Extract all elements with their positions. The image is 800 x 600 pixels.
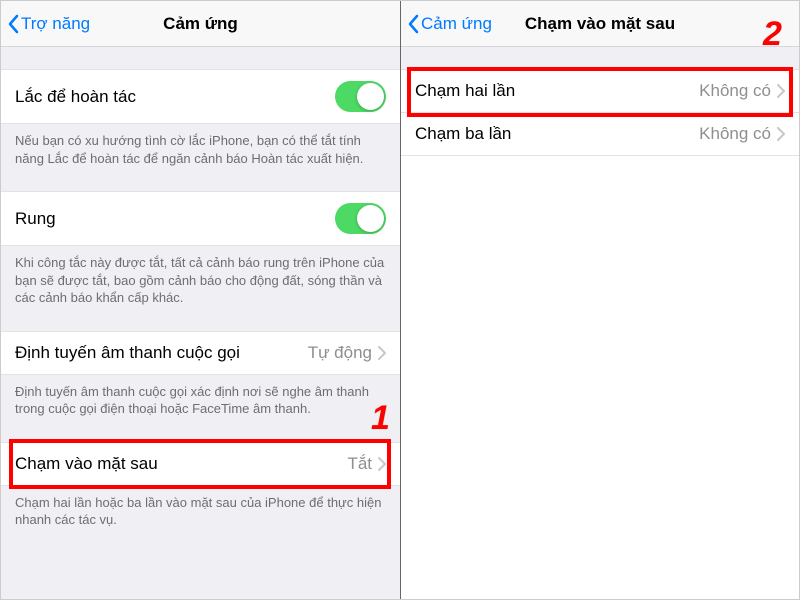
back-tap-value: Tắt (347, 454, 372, 474)
nav-title-left: Cảm ứng (163, 14, 238, 34)
back-tap-pane: Cảm ứng Chạm vào mặt sau Chạm hai lần Kh… (400, 1, 799, 599)
shake-to-undo-row[interactable]: Lắc để hoàn tác (1, 69, 400, 124)
back-tap-label: Chạm vào mặt sau (15, 454, 158, 474)
navbar-right: Cảm ứng Chạm vào mặt sau (401, 1, 799, 47)
nav-title-right: Chạm vào mặt sau (525, 14, 675, 34)
settings-touch-pane: Trợ năng Cảm ứng Lắc để hoàn tác Nếu bạn… (1, 1, 400, 599)
triple-tap-row[interactable]: Chạm ba lần Không có (401, 113, 799, 156)
chevron-right-icon (777, 127, 785, 141)
double-tap-row[interactable]: Chạm hai lần Không có (401, 69, 799, 113)
call-route-label: Định tuyến âm thanh cuộc gọi (15, 343, 240, 363)
left-content: Lắc để hoàn tác Nếu bạn có xu hướng tình… (1, 47, 400, 599)
back-tap-row[interactable]: Chạm vào mặt sau Tắt (1, 442, 400, 486)
call-audio-routing-row[interactable]: Định tuyến âm thanh cuộc gọi Tự động (1, 331, 400, 375)
shake-footer: Nếu bạn có xu hướng tình cờ lắc iPhone, … (1, 124, 400, 181)
chevron-left-icon (7, 14, 19, 34)
triple-tap-value: Không có (699, 124, 771, 144)
vibration-row[interactable]: Rung (1, 191, 400, 246)
double-tap-label: Chạm hai lần (415, 81, 515, 101)
chevron-right-icon (777, 84, 785, 98)
back-label: Trợ năng (21, 14, 90, 34)
back-tap-footer: Chạm hai lần hoặc ba lần vào mặt sau của… (1, 486, 400, 543)
navbar-left: Trợ năng Cảm ứng (1, 1, 400, 47)
vibration-toggle-on[interactable] (335, 203, 386, 234)
double-tap-value: Không có (699, 81, 771, 101)
chevron-right-icon (378, 457, 386, 471)
shake-label: Lắc để hoàn tác (15, 87, 136, 107)
call-route-value: Tự động (308, 343, 372, 363)
call-route-footer: Định tuyến âm thanh cuộc gọi xác định nơ… (1, 375, 400, 432)
shake-toggle-on[interactable] (335, 81, 386, 112)
back-button-touch[interactable]: Cảm ứng (407, 14, 492, 34)
chevron-right-icon (378, 346, 386, 360)
right-content: Chạm hai lần Không có Chạm ba lần Không … (401, 47, 799, 599)
vibration-footer: Khi công tắc này được tắt, tất cả cảnh b… (1, 246, 400, 321)
chevron-left-icon (407, 14, 419, 34)
vibration-label: Rung (15, 209, 56, 229)
triple-tap-label: Chạm ba lần (415, 124, 511, 144)
tutorial-container: Trợ năng Cảm ứng Lắc để hoàn tác Nếu bạn… (0, 0, 800, 600)
back-label-right: Cảm ứng (421, 14, 492, 34)
back-button-accessibility[interactable]: Trợ năng (7, 14, 90, 34)
